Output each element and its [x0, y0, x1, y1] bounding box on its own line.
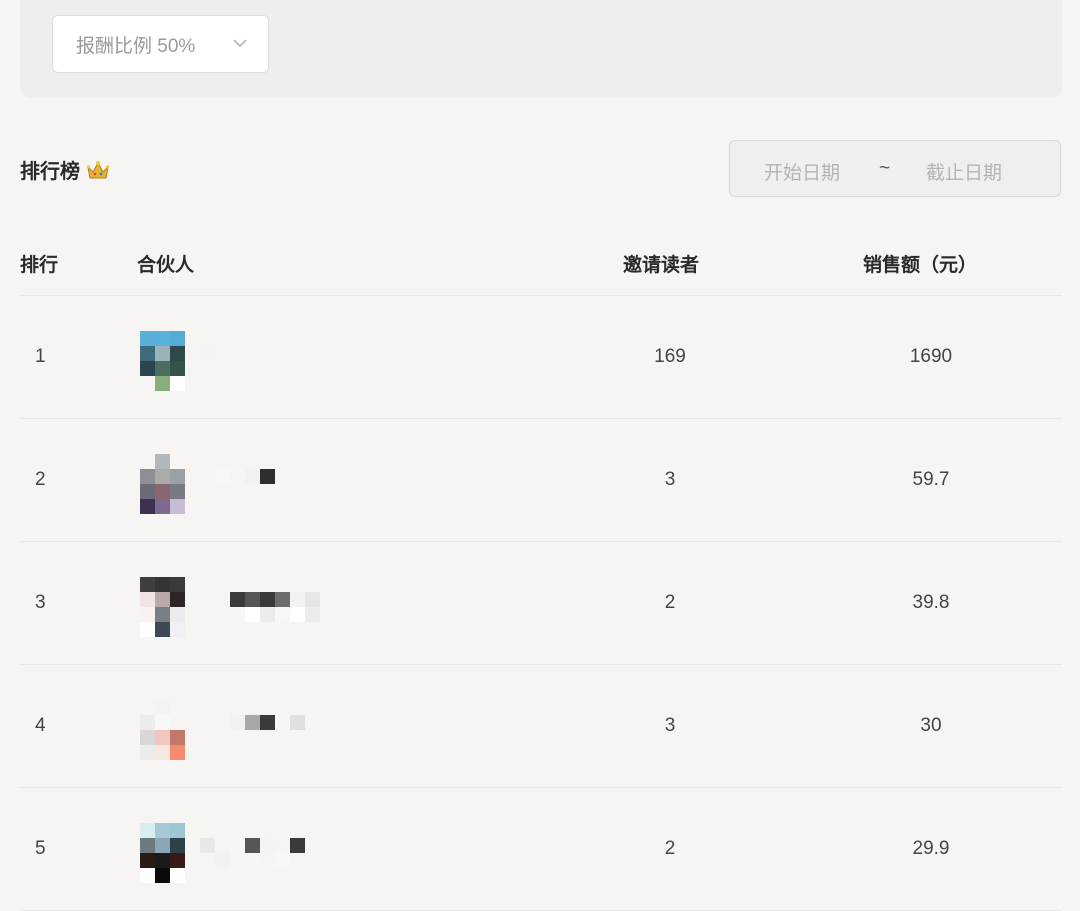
avatar — [140, 454, 200, 514]
leaderboard-title: 排行榜 — [20, 155, 110, 184]
header-partner: 合伙人 — [137, 255, 195, 276]
partner-name — [200, 469, 330, 499]
avatar — [140, 577, 200, 637]
avatar — [140, 331, 200, 391]
partner-name — [200, 592, 330, 622]
date-start-input[interactable]: 开始日期 — [764, 158, 840, 185]
invited-readers-value: 2 — [664, 592, 676, 613]
table-row: 1 169 1690 — [20, 296, 1062, 419]
date-range-picker[interactable]: 开始日期 ~ 截止日期 — [729, 140, 1061, 197]
rank-cell: 2 — [35, 469, 46, 490]
header-invited: 邀请读者 — [623, 255, 700, 276]
chevron-down-icon — [233, 39, 247, 47]
avatar — [140, 700, 200, 760]
header-rank: 排行 — [20, 255, 59, 276]
date-separator: ~ — [879, 158, 891, 179]
sales-amount-value: 1690 — [909, 346, 953, 367]
table-row: 2 3 59.7 — [20, 419, 1062, 542]
sales-amount-value: 59.7 — [912, 469, 950, 490]
partner-name — [200, 838, 330, 868]
reward-ratio-value: 报酬比例 50% — [76, 35, 196, 57]
reward-ratio-select[interactable]: 报酬比例 50% — [52, 15, 269, 73]
crown-icon — [86, 160, 110, 178]
rank-cell: 5 — [35, 838, 46, 859]
partner-name — [200, 346, 330, 376]
header-sales: 销售额（元） — [863, 255, 978, 276]
table-header: 排行 合伙人 邀请读者 销售额（元） — [20, 232, 1062, 296]
leaderboard-title-text: 排行榜 — [20, 161, 80, 183]
table-row: 3 2 39.8 — [20, 542, 1062, 665]
invited-readers-value: 169 — [654, 346, 686, 367]
partner-name — [200, 715, 330, 745]
sales-amount-value: 29.9 — [912, 838, 950, 859]
rank-cell: 1 — [35, 346, 46, 367]
invited-readers-value: 2 — [664, 838, 676, 859]
invited-readers-value: 3 — [664, 469, 676, 490]
sales-amount-value: 30 — [920, 715, 942, 736]
invited-readers-value: 3 — [664, 715, 676, 736]
sales-amount-value: 39.8 — [912, 592, 950, 613]
avatar — [140, 823, 200, 883]
rank-cell: 3 — [35, 592, 46, 613]
table-row: 5 2 29.9 — [20, 788, 1062, 911]
table-row: 4 3 30 — [20, 665, 1062, 788]
rank-cell: 4 — [35, 715, 46, 736]
date-end-input[interactable]: 截止日期 — [926, 158, 1002, 185]
